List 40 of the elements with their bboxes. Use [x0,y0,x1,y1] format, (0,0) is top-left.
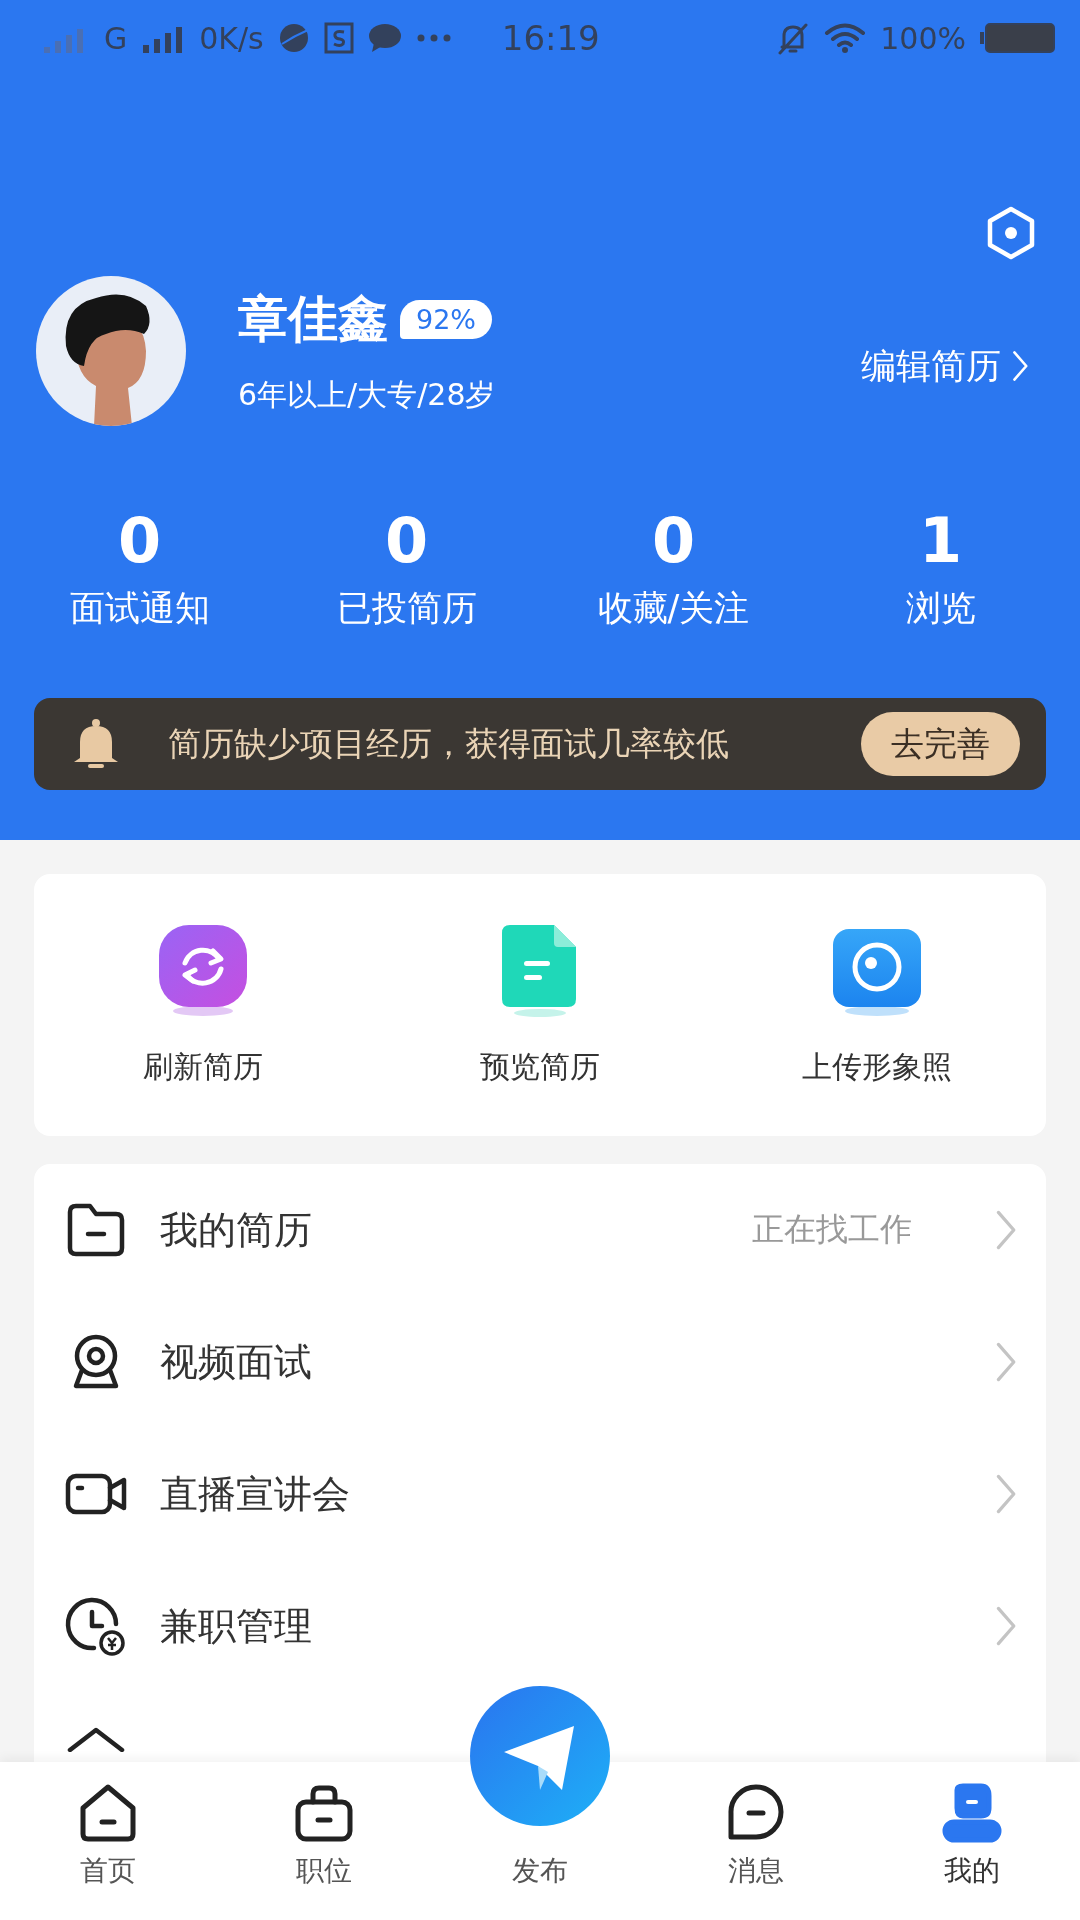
stat-value[interactable]: 0 [117,504,162,577]
menu-item[interactable]: 视频面试 [160,1336,962,1388]
battery-level: 100% [880,20,966,56]
completeness-badge: 92% [400,300,492,339]
quick-action[interactable]: 预览简历 [371,922,709,1088]
network-type: G [104,20,128,56]
avatar[interactable] [36,276,186,426]
job-status: 正在找工作 [751,1209,912,1250]
tab[interactable]: 职位 [216,1762,432,1920]
wifi-icon [824,22,867,54]
tab[interactable]: 消息 [648,1762,864,1920]
complete-button[interactable]: 去完善 [861,712,1020,776]
stat-label[interactable]: 浏览 [905,585,976,632]
menu-item[interactable]: 我的简历 [160,1204,720,1256]
notice-text: 简历缺少项目经历，获得面试几率较低 [168,722,730,765]
battery-icon [980,22,1056,54]
edit-resume-link[interactable]: 编辑简历 [861,342,1030,390]
menu-item[interactable]: 直播宣讲会 [160,1468,962,1520]
stat-label[interactable]: 已投简历 [336,585,477,632]
quick-action[interactable]: 刷新简历 [34,922,372,1088]
quick-action[interactable]: 上传形象照 [708,922,1046,1088]
user-name: 章佳鑫 [238,289,388,350]
chat-icon [367,23,402,53]
network-speed: 0K/s [199,20,264,56]
stat-label[interactable]: 面试通知 [69,585,210,632]
tab[interactable]: 我的 [864,1762,1080,1920]
menu-item[interactable]: 兼职管理 [160,1600,962,1652]
stat-value[interactable]: 0 [384,504,429,577]
person-icon [941,1782,1003,1844]
profile-summary: 6年以上/大专/28岁 [238,376,497,414]
chevron-icon [1011,349,1030,383]
planet-icon [277,22,310,54]
more-icon [415,33,452,43]
stat-value[interactable]: 0 [651,504,696,577]
clock: 16:19 [501,18,600,58]
tab[interactable]: 首页 [0,1762,216,1920]
stat-value[interactable]: 1 [918,504,963,577]
stat-label[interactable]: 收藏/关注 [597,585,750,632]
document-s-icon [323,22,354,54]
settings-icon[interactable] [986,206,1036,260]
